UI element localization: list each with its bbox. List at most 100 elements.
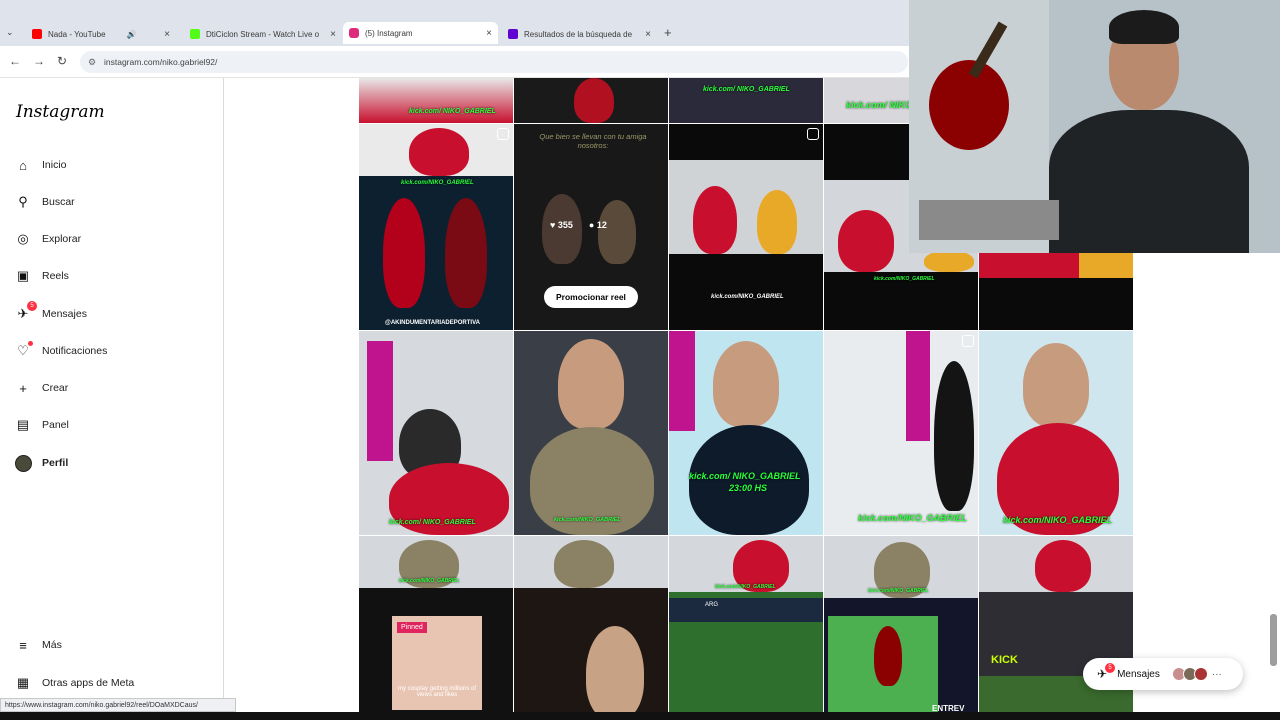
reel-thumbnail[interactable]: kick.com/NIKO_GABRIEL — [669, 124, 823, 330]
tab-youtube[interactable]: Nada - YouTube 🔊 × — [26, 24, 176, 44]
reel-thumbnail[interactable]: kick.com/ NIKO_GABRIEL — [359, 331, 513, 535]
meta-apps-icon: ▦ — [16, 675, 30, 690]
messages-badge: 5 — [1105, 663, 1115, 673]
nav-label: Más — [42, 639, 62, 651]
nav-label: Otras apps de Meta — [42, 677, 135, 689]
close-icon[interactable]: × — [480, 28, 492, 39]
instagram-logo[interactable]: Instagram — [16, 102, 105, 122]
reel-thumbnail[interactable]: kick.com/ NIKO_GABRIEL — [359, 78, 513, 123]
kick-tag: kick.com/NIKO_GABRIEL — [711, 294, 784, 300]
reels-icon: ▣ — [16, 268, 30, 283]
locker-door — [669, 331, 695, 431]
messages-label: Mensajes — [1117, 668, 1160, 680]
reel-thumbnail[interactable]: kick.com/NIKO_GABRIEL — [979, 331, 1133, 535]
person-shape — [598, 200, 636, 264]
back-arrow-icon[interactable]: ← — [9, 54, 21, 68]
person-shape — [1035, 540, 1091, 592]
image-region — [669, 160, 823, 254]
comments-stat: ● 12 — [589, 220, 607, 230]
close-icon[interactable]: × — [639, 29, 651, 40]
tab-kick[interactable]: DtiCiclon Stream - Watch Live o × — [184, 24, 342, 44]
comments-count: 12 — [596, 220, 607, 230]
reel-thumbnail[interactable]: kick.com/ NIKO_GABRIEL — [669, 78, 823, 123]
messages-pill[interactable]: ✈ 5 Mensajes ··· — [1083, 658, 1243, 690]
nav-create[interactable]: + Crear — [14, 379, 68, 397]
likes-stat: ♥ 355 — [550, 220, 573, 230]
nav-more[interactable]: ≡ Más — [14, 636, 62, 654]
nav-home[interactable]: ⌂ Inicio — [14, 156, 66, 174]
player-figure — [383, 198, 425, 308]
person-shape — [586, 626, 644, 720]
nav-notifications[interactable]: ♡ Notificaciones — [14, 341, 107, 360]
heart-icon: ♡ — [14, 341, 33, 360]
new-tab-plus-icon[interactable]: + — [664, 25, 672, 40]
reel-thumbnail[interactable]: ARG kick.com/NIKO_GABRIEL — [669, 536, 823, 720]
pinned-caption: my cosplay getting millions of views and… — [397, 686, 477, 698]
person-shape — [924, 250, 974, 272]
nav-search[interactable]: ⚲ Buscar — [14, 193, 75, 211]
hamburger-icon: ≡ — [19, 637, 27, 653]
nav-label: Mensajes — [42, 308, 87, 320]
kick-tag: kick.com/NIKO_GABRIEL — [554, 517, 621, 523]
tab-instagram[interactable]: (5) Instagram × — [343, 22, 498, 44]
tab-yahoo[interactable]: Resultados de la búsqueda de × — [502, 24, 657, 44]
reel-thumbnail[interactable]: kick.com/NIKO_GABRIEL — [824, 331, 978, 535]
person-shape — [934, 361, 974, 511]
nav-meta-apps[interactable]: ▦ Otras apps de Meta — [14, 674, 134, 692]
reel-thumbnail[interactable]: Pinned my cosplay getting millions of vi… — [359, 536, 513, 720]
search-icon: ⚲ — [18, 194, 28, 209]
streamer-shirt — [1049, 110, 1249, 253]
tab-list-chevron-icon[interactable]: ⌄ — [6, 27, 14, 38]
instagram-icon — [349, 28, 359, 38]
reel-thumbnail-hovered[interactable]: Que bien se llevan con tu amiga nosotros… — [514, 124, 668, 330]
tab-label: Resultados de la búsqueda de — [524, 29, 633, 39]
reel-thumbnail[interactable] — [514, 78, 668, 123]
avatar — [1193, 667, 1208, 681]
reel-stats: ♥ 355 ● 12 — [550, 220, 607, 230]
messenger-icon: ✈ 5 — [1097, 663, 1115, 681]
nav-panel[interactable]: ▤ Panel — [14, 416, 69, 434]
avatar-stack — [1171, 667, 1208, 681]
reel-thumbnail[interactable]: kick.com/NIKO_GABRIEL — [514, 331, 668, 535]
avatar-icon — [14, 454, 32, 472]
reel-thumbnail[interactable]: kick.com/NIKO_GABRIEL @AKINDUMENTARIADEP… — [359, 124, 513, 330]
reel-thumbnail[interactable]: KICK — [979, 536, 1133, 720]
kick-tag: kick.com/NIKO_GABRIEL — [715, 584, 776, 590]
heart-filled-icon: ♥ — [550, 220, 556, 230]
scrollbar[interactable] — [1270, 614, 1277, 666]
nav-explore[interactable]: ◎ Explorar — [14, 230, 81, 248]
nav-messages[interactable]: ✈ 5 Mensajes — [14, 301, 87, 323]
nav-reels[interactable]: ▣ Reels — [14, 267, 69, 285]
close-icon[interactable]: × — [324, 29, 336, 40]
instagram-sidebar: Instagram ⌂ Inicio ⚲ Buscar ◎ Explorar ▣… — [0, 78, 224, 720]
player-figure — [874, 626, 902, 686]
promote-reel-button[interactable]: Promocionar reel — [544, 286, 638, 308]
forward-arrow-icon[interactable]: → — [33, 54, 45, 68]
kick-tag: kick.com/NIKO_GABRIEL — [401, 180, 474, 186]
url-field[interactable]: ⚙ instagram.com/niko.gabriel92/ — [80, 51, 908, 73]
reel-thumbnail[interactable]: kick.com/ NIKO_GABRIEL 23:00 HS — [669, 331, 823, 535]
reel-thumbnail[interactable]: ENTREV kick.com/NIKO_GABRIEL — [824, 536, 978, 720]
kick-tag: kick.com/ NIKO_GABRIEL — [689, 471, 801, 481]
nav-label: Perfil — [42, 457, 69, 469]
pinned-label: Pinned — [397, 622, 427, 633]
speaker-icon[interactable]: 🔊 — [127, 30, 137, 39]
nav-label: Buscar — [42, 196, 75, 208]
reel-thumbnail[interactable] — [514, 536, 668, 720]
person-head — [713, 341, 779, 427]
plus-icon: + — [19, 380, 27, 396]
more-dots-icon: ··· — [1211, 668, 1222, 680]
site-info-icon[interactable]: ⚙ — [88, 57, 96, 68]
notification-dot — [28, 341, 33, 346]
kick-banner: KICK — [991, 654, 1018, 666]
comment-icon: ● — [588, 220, 595, 230]
chart-icon: ▤ — [16, 417, 30, 432]
messenger-icon: ✈ 5 — [14, 301, 37, 323]
nav-profile[interactable]: Perfil — [14, 454, 68, 472]
reload-icon[interactable]: ↻ — [57, 54, 67, 68]
person-shape — [574, 78, 614, 123]
kick-tag: kick.com/ NIKO_GABRIEL — [409, 108, 496, 115]
close-icon[interactable]: × — [158, 29, 170, 40]
kick-tag: kick.com/NIKO_GABRIEL — [858, 513, 968, 523]
person-shape — [693, 186, 737, 254]
